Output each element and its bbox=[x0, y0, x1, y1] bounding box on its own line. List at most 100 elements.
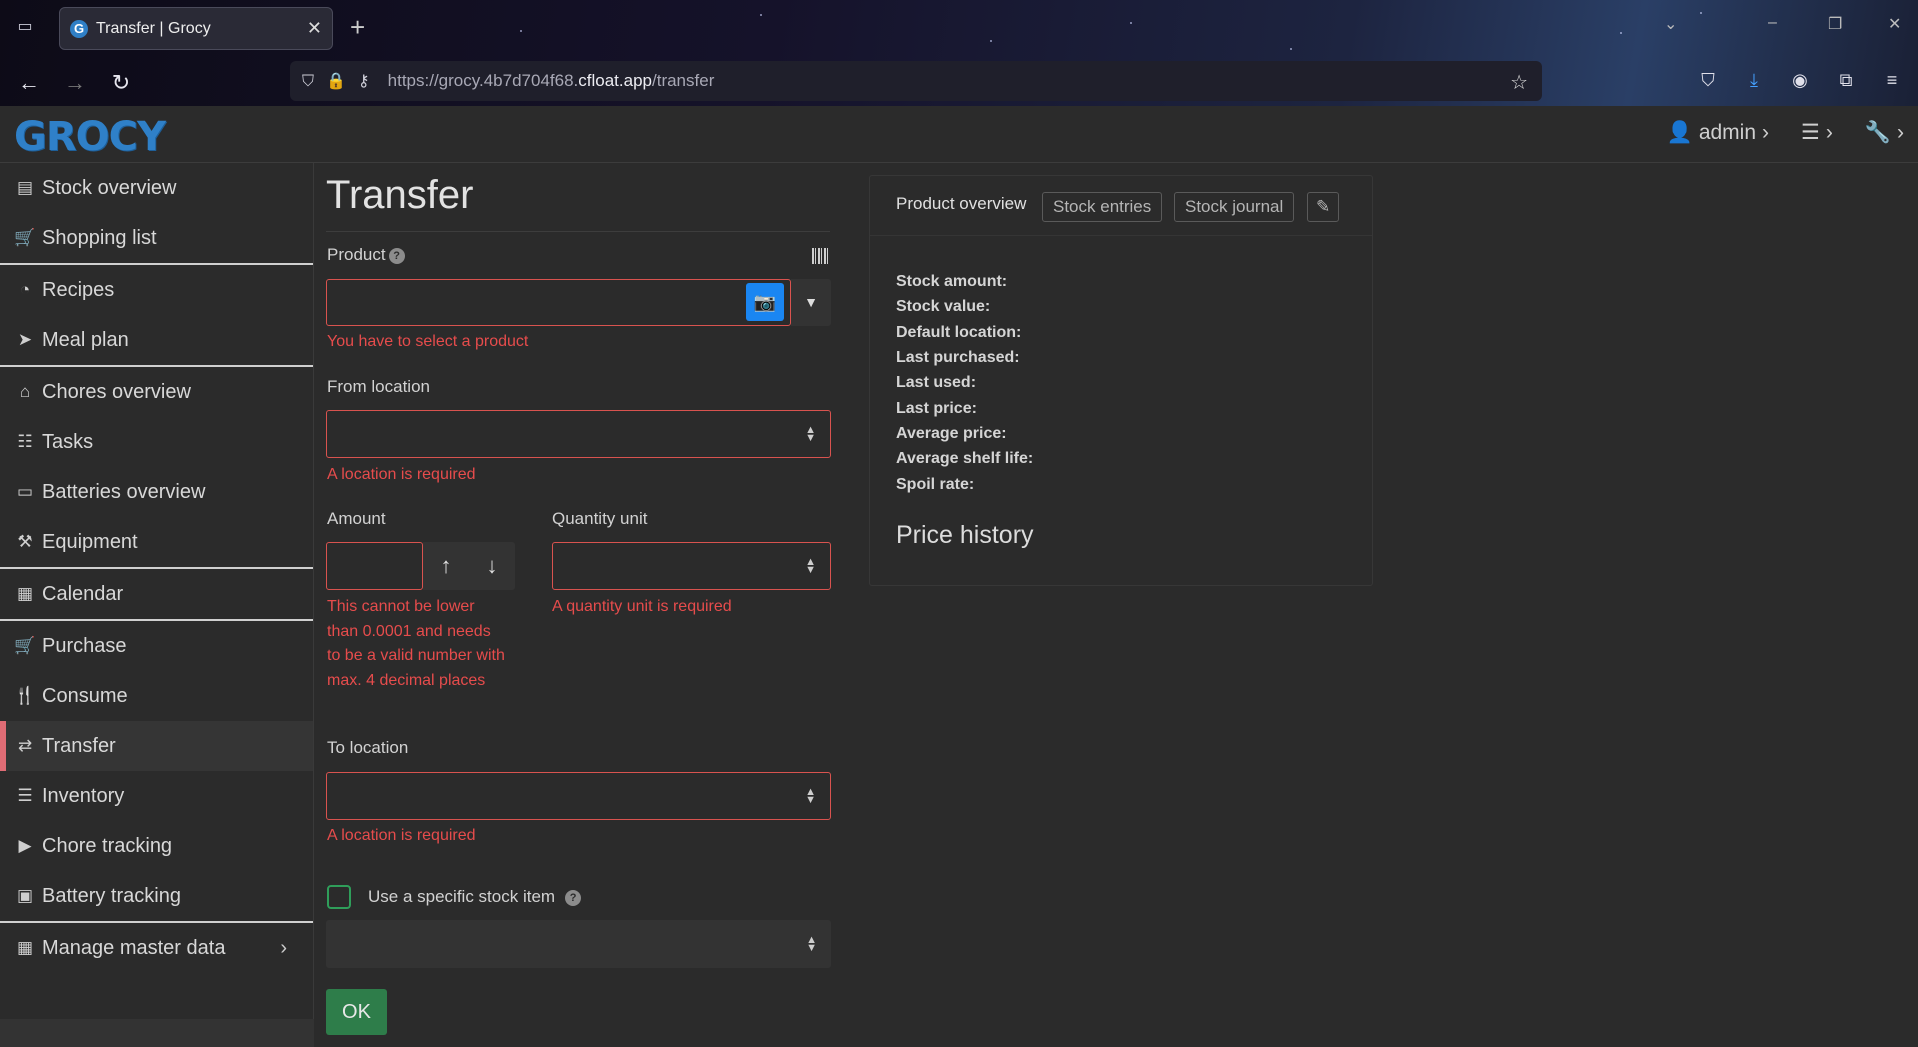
amount-label: Amount bbox=[327, 509, 386, 528]
table-icon: ▦ bbox=[16, 938, 34, 957]
tab-product-overview: Product overview bbox=[896, 194, 1027, 213]
extensions-icon[interactable]: ⧉ bbox=[1834, 68, 1858, 92]
page-title: Transfer bbox=[326, 173, 474, 217]
close-window-icon[interactable]: ✕ bbox=[1888, 14, 1901, 34]
quantity-unit-label: Quantity unit bbox=[552, 509, 648, 528]
tab-title: Transfer | Grocy bbox=[96, 19, 211, 37]
sidebar: ▤ Stock overview 🛒 Shopping list ◔ Recipes … bbox=[0, 163, 314, 1047]
stat-average-price: Average price: bbox=[896, 425, 1007, 442]
product-input[interactable] bbox=[326, 279, 791, 326]
reload-icon[interactable]: ↻ bbox=[106, 68, 136, 98]
battery-icon: ▭ bbox=[16, 482, 34, 501]
ok-button[interactable]: OK bbox=[326, 989, 387, 1035]
quantity-unit-select[interactable]: ▲ ▼ bbox=[552, 542, 831, 590]
edit-icon: ✎ bbox=[1316, 197, 1331, 216]
price-history-heading: Price history bbox=[896, 521, 1034, 549]
sidebar-item-equipment[interactable]: ⚒ Equipment bbox=[0, 517, 313, 567]
stat-average-shelf-life: Average shelf life: bbox=[896, 450, 1034, 467]
stat-last-price: Last price: bbox=[896, 400, 977, 417]
sidebar-item-batteries-overview[interactable]: ▭ Batteries overview bbox=[0, 467, 313, 517]
car-battery-icon: ▣ bbox=[16, 886, 34, 905]
bookmark-star-icon[interactable]: ☆ bbox=[1510, 70, 1528, 95]
url-text: https://grocy.4b7d704f68.cfloat.app/tran… bbox=[387, 71, 715, 90]
chevron-down-icon[interactable]: ⌄ bbox=[1664, 14, 1677, 34]
toolbox-icon: ⚒ bbox=[17, 532, 33, 551]
sidebar-collapse-toggle[interactable] bbox=[0, 1019, 314, 1047]
grocy-logo[interactable]: GROCY bbox=[14, 114, 166, 160]
sidebar-item-chore-tracking[interactable]: ▶ Chore tracking bbox=[0, 821, 313, 871]
product-card: Product overview Stock entries Stock jou… bbox=[869, 175, 1373, 586]
stat-last-purchased: Last purchased: bbox=[896, 349, 1020, 366]
tools-menu[interactable]: 🔧 › bbox=[1865, 121, 1904, 145]
arrow-up-icon: ↑ bbox=[440, 553, 452, 578]
url-bar[interactable]: ⛉🔒⚷ https://grocy.4b7d704f68.cfloat.app/… bbox=[290, 61, 1542, 101]
product-error: You have to select a product bbox=[327, 333, 529, 350]
select-arrows-icon: ▲ ▼ bbox=[805, 786, 816, 806]
camera-scan-button[interactable]: 📷 bbox=[746, 283, 784, 321]
amount-decrease-button[interactable]: ↓ bbox=[469, 542, 515, 590]
home-icon: ⌂ bbox=[19, 382, 31, 401]
grocy-favicon-icon: G bbox=[70, 19, 88, 38]
list-icon: ☰ bbox=[17, 786, 33, 805]
sidebar-item-tasks[interactable]: ☷ Tasks bbox=[0, 417, 313, 467]
specific-stock-checkbox[interactable] bbox=[327, 885, 351, 909]
user-name: admin bbox=[1698, 120, 1757, 144]
from-location-label: From location bbox=[327, 377, 430, 396]
to-location-select[interactable]: ▲ ▼ bbox=[326, 772, 831, 820]
user-icon: 👤 bbox=[1666, 120, 1693, 144]
settings-menu[interactable]: ☰ › bbox=[1801, 120, 1833, 145]
new-tab-icon[interactable]: + bbox=[350, 12, 365, 43]
specific-stock-label: Use a specific stock item? bbox=[368, 887, 582, 907]
product-dropdown-toggle[interactable]: ▼ bbox=[791, 279, 831, 326]
sliders-icon: ☰ bbox=[1801, 121, 1820, 144]
user-menu[interactable]: 👤 admin › bbox=[1667, 121, 1769, 145]
card-header: Product overview Stock entries Stock jou… bbox=[870, 176, 1372, 236]
browser-tab[interactable]: G Transfer | Grocy ✕ bbox=[59, 7, 333, 50]
sidebar-item-stock-overview[interactable]: ▤ Stock overview bbox=[0, 163, 313, 213]
to-location-label: To location bbox=[327, 738, 409, 757]
sidebar-item-transfer[interactable]: ⇄ Transfer bbox=[0, 721, 313, 771]
sidebar-item-battery-tracking[interactable]: ▣ Battery tracking bbox=[0, 871, 313, 921]
close-tab-icon[interactable]: ✕ bbox=[307, 18, 322, 39]
stat-default-location: Default location: bbox=[896, 324, 1022, 341]
chevron-right-icon: › bbox=[1762, 120, 1770, 144]
sidebar-item-consume[interactable]: 🍴 Consume bbox=[0, 671, 313, 721]
tab-stock-entries[interactable]: Stock entries bbox=[1042, 192, 1163, 222]
pocket-icon[interactable]: ⛉ bbox=[1696, 68, 1720, 92]
sidebar-item-meal-plan[interactable]: ➤ Meal plan bbox=[0, 315, 313, 365]
tab-list-icon[interactable]: ▭ bbox=[14, 16, 36, 38]
sidebar-item-inventory[interactable]: ☰ Inventory bbox=[0, 771, 313, 821]
menu-icon[interactable]: ≡ bbox=[1880, 68, 1904, 92]
sidebar-item-shopping-list[interactable]: 🛒 Shopping list bbox=[0, 213, 313, 263]
restore-icon[interactable]: ❐ bbox=[1828, 14, 1842, 34]
sidebar-item-calendar[interactable]: ▦ Calendar bbox=[0, 569, 313, 619]
from-location-select[interactable]: ▲ ▼ bbox=[326, 410, 831, 458]
select-arrows-icon: ▲ ▼ bbox=[805, 556, 816, 576]
help-icon[interactable]: ? bbox=[388, 247, 405, 264]
barcode-icon[interactable] bbox=[812, 248, 830, 264]
sidebar-item-purchase[interactable]: 🛒 Purchase bbox=[0, 621, 313, 671]
edit-product-button[interactable]: ✎ bbox=[1307, 192, 1340, 222]
minimize-icon[interactable]: – bbox=[1768, 14, 1777, 32]
arrow-down-icon: ↓ bbox=[486, 553, 498, 578]
amount-input[interactable] bbox=[326, 542, 423, 590]
stock-item-select[interactable]: ▲ ▼ bbox=[326, 920, 831, 968]
pizza-icon: ◔ bbox=[19, 280, 31, 299]
utensils-icon: 🍴 bbox=[14, 686, 36, 705]
quantity-unit-error: A quantity unit is required bbox=[552, 598, 732, 615]
sidebar-item-manage-master-data[interactable]: ▦ Manage master data › bbox=[0, 923, 313, 973]
sidebar-item-recipes[interactable]: ◔ Recipes bbox=[0, 265, 313, 315]
box-icon: ▤ bbox=[16, 178, 34, 197]
amount-increase-button[interactable]: ↑ bbox=[423, 542, 469, 590]
back-icon[interactable]: ← bbox=[14, 68, 44, 98]
tab-stock-journal[interactable]: Stock journal bbox=[1174, 192, 1295, 222]
forward-icon[interactable]: → bbox=[60, 68, 90, 98]
sidebar-item-chores-overview[interactable]: ⌂ Chores overview bbox=[0, 367, 313, 417]
help-icon[interactable]: ? bbox=[565, 889, 582, 906]
download-icon[interactable]: ⤓ bbox=[1742, 68, 1766, 92]
account-icon[interactable]: ◉ bbox=[1788, 68, 1812, 92]
paper-plane-icon: ➤ bbox=[17, 330, 33, 349]
play-icon: ▶ bbox=[18, 836, 32, 855]
to-location-error: A location is required bbox=[327, 827, 476, 844]
browser-chrome: ▭ G Transfer | Grocy ✕ + ⌄ – ❐ ✕ ← → ↻ ⛉… bbox=[0, 0, 1918, 106]
